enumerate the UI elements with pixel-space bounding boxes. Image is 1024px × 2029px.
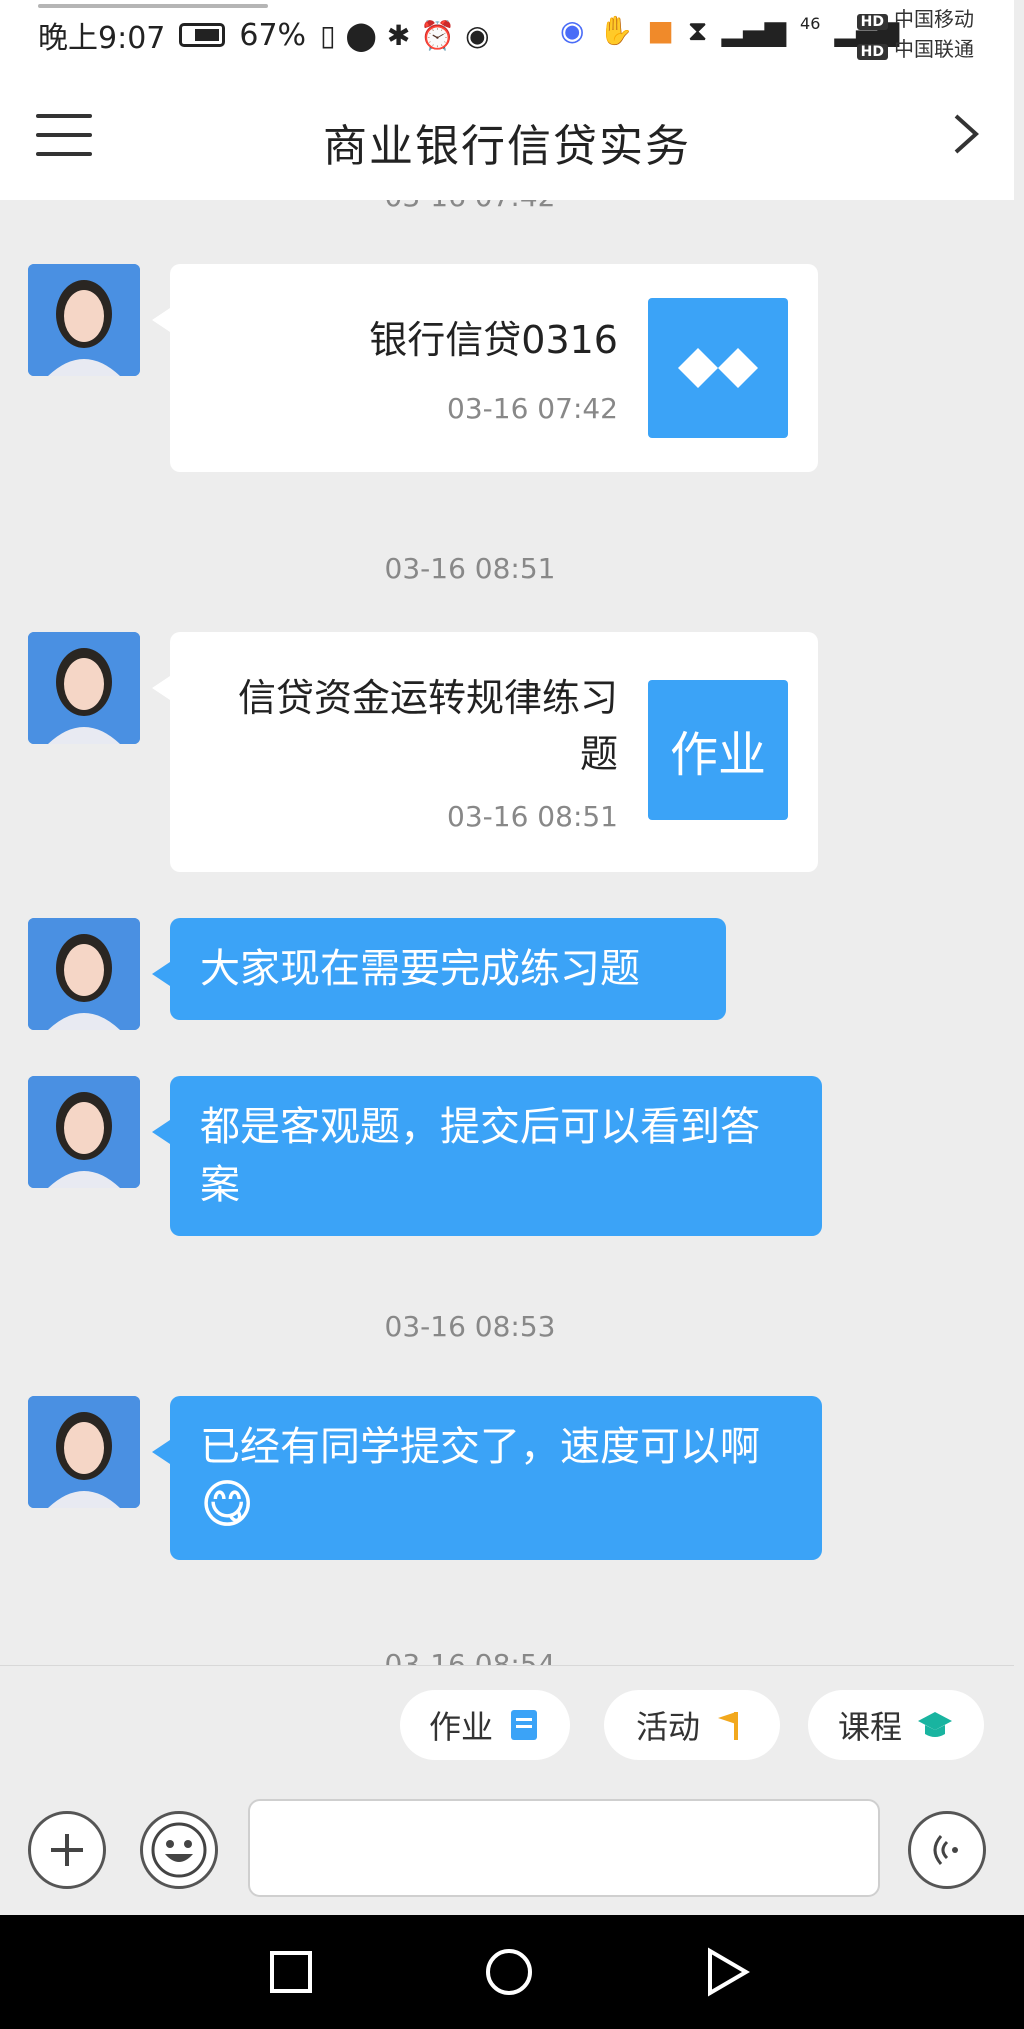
avatar-image: [28, 918, 140, 1030]
heart-app-icon: ■: [647, 14, 674, 47]
voice-icon: [933, 1835, 958, 1865]
net-label: 46: [800, 14, 821, 33]
emoji-button[interactable]: [140, 1811, 218, 1889]
brand-logo-icon: [648, 298, 788, 438]
battery-level: 67%: [239, 17, 307, 53]
smiley-icon: [151, 1822, 207, 1878]
system-nav-bar: [0, 1915, 1024, 2029]
app-header: 商业银行信贷实务: [0, 70, 1014, 201]
document-icon: [511, 1710, 537, 1740]
status-app-icons: ◉ ✋ ■ ⧗ ▂▄▆ 46 ▂▄▆: [560, 14, 899, 48]
message-text: 已经有同学提交了，速度可以啊: [200, 1424, 760, 1470]
chevron-right-icon[interactable]: [940, 110, 988, 158]
battery-icon: [179, 23, 226, 47]
avatar-image: [28, 264, 140, 376]
vibrate-icon: ▯: [320, 18, 336, 52]
status-time: 晚上9:07: [38, 21, 166, 56]
chip-course[interactable]: 课程: [808, 1690, 984, 1760]
carrier-info: HD 中国移动 HD 中国联通: [856, 6, 974, 66]
alarm-icon: ⏰: [420, 18, 456, 52]
add-button[interactable]: [28, 1811, 106, 1889]
page-title: 商业银行信贷实务: [323, 121, 691, 172]
homework-icon: 作业: [648, 680, 788, 820]
signal-icon: ▂▄▆: [721, 14, 787, 47]
timestamp: 03-16 08:53: [384, 1310, 556, 1343]
recent-apps-icon[interactable]: [264, 1945, 318, 1999]
carrier-1: HD 中国移动: [856, 6, 974, 36]
home-icon[interactable]: [482, 1945, 536, 1999]
hourglass-icon: ⧗: [687, 14, 708, 47]
avatar-image: [28, 1396, 140, 1508]
message-bubble[interactable]: 都是客观题，提交后可以看到答案: [170, 1076, 822, 1236]
location-icon: ⬤: [345, 18, 377, 52]
bubble-tail: [152, 308, 170, 332]
plus-icon: [51, 1834, 83, 1866]
bubble-tail: [152, 1120, 170, 1144]
avatar[interactable]: [28, 632, 140, 744]
card-title: 银行信贷0316: [369, 318, 618, 362]
avatar-image: [28, 1076, 140, 1188]
status-progress: [38, 4, 268, 8]
status-bar: 晚上9:07 67% ▯ ⬤ ✱ ⏰ ◉ ◉ ✋ ■ ⧗ ▂▄▆ 46 ▂▄▆ …: [0, 0, 1014, 70]
eye-icon: ◉: [465, 18, 490, 52]
emoji-icon: 😋: [200, 1475, 255, 1535]
hd-badge: HD: [856, 14, 888, 30]
avatar[interactable]: [28, 918, 140, 1030]
carrier-2: HD 中国联通: [856, 36, 974, 66]
avatar-image: [28, 632, 140, 744]
avatar[interactable]: [28, 1076, 140, 1188]
avatar[interactable]: [28, 264, 140, 376]
chat-area[interactable]: 03-16 07:42 银行信贷0316 03-16 07:42 03-16 0…: [0, 200, 1014, 1665]
status-left: 晚上9:07 67% ▯ ⬤ ✱ ⏰ ◉: [38, 10, 490, 60]
voice-button[interactable]: [908, 1811, 986, 1889]
chip-label: 活动: [635, 1708, 700, 1746]
message-bubble[interactable]: 大家现在需要完成练习题: [170, 918, 726, 1020]
bubble-tail: [152, 676, 170, 700]
graduation-cap-icon: [918, 1712, 952, 1737]
message-input[interactable]: [248, 1799, 880, 1897]
timestamp: 03-16 07:42: [0, 200, 940, 213]
carrier-2-label: 中国联通: [894, 37, 974, 61]
hd-badge: HD: [856, 44, 888, 60]
homework-card[interactable]: 作业 信贷资金运转规律练习题 03-16 08:51: [170, 632, 818, 872]
message-bubble[interactable]: 已经有同学提交了，速度可以啊 😋: [170, 1396, 822, 1560]
card-title: 信贷资金运转规律练习题: [238, 676, 619, 776]
card-time: 03-16 07:42: [447, 392, 618, 425]
bottom-toolbar: 作业 活动 课程: [0, 1665, 1014, 1916]
bubble-tail: [152, 962, 170, 986]
card-time: 03-16 08:51: [447, 800, 618, 833]
timestamp: 03-16 08:54: [384, 1648, 556, 1665]
file-card[interactable]: 银行信贷0316 03-16 07:42: [170, 264, 818, 472]
avatar[interactable]: [28, 1396, 140, 1508]
timestamp: 03-16 08:51: [384, 552, 556, 585]
bluetooth-icon: ✱: [386, 18, 411, 52]
hand-icon: ✋: [598, 14, 634, 47]
app-icon-blue: ◉: [560, 14, 585, 47]
chip-activity[interactable]: 活动: [604, 1690, 780, 1760]
chip-label: 课程: [837, 1708, 902, 1746]
chip-homework[interactable]: 作业: [400, 1690, 570, 1760]
carrier-1-label: 中国移动: [894, 7, 974, 31]
chip-label: 作业: [428, 1708, 493, 1746]
bubble-tail: [152, 1440, 170, 1464]
back-icon[interactable]: [700, 1945, 754, 1999]
flag-icon: [718, 1712, 738, 1740]
status-icons: ▯ ⬤ ✱ ⏰ ◉: [320, 19, 490, 52]
